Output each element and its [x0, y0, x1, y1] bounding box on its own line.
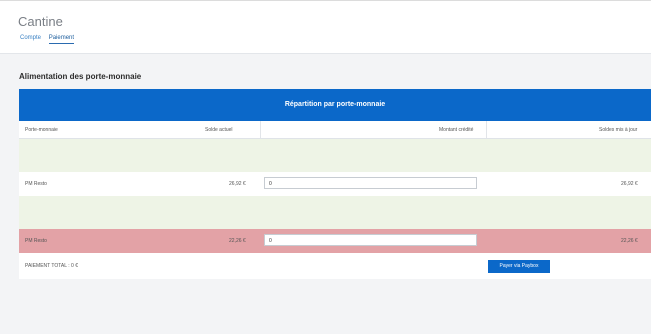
tab-paiement[interactable]: Paiement — [48, 35, 75, 44]
column-balance: Solde actuel — [205, 127, 233, 133]
updated-balance: 26,92 € — [621, 181, 638, 187]
group-spacer — [19, 196, 651, 229]
amount-input[interactable]: 0 — [264, 234, 477, 246]
column-headers: Porte-monnaie Solde actuel Montant crédi… — [19, 121, 651, 139]
column-amount: Montant crédité — [439, 127, 474, 133]
app-title: Cantine — [18, 14, 63, 29]
column-wallet: Porte-monnaie — [25, 127, 58, 133]
top-bar: Cantine Compte Paiement — [0, 0, 651, 54]
group-spacer — [19, 139, 651, 172]
tab-compte[interactable]: Compte — [20, 35, 41, 41]
section-title: Alimentation des porte-monnaie — [19, 72, 142, 81]
column-divider — [260, 121, 261, 138]
table-row: PM Resto 26,92 € 0 26,92 € — [19, 172, 651, 196]
updated-balance: 22,26 € — [621, 238, 638, 244]
amount-input[interactable]: 0 — [264, 177, 477, 189]
current-balance: 22,26 € — [229, 238, 246, 244]
current-balance: 26,92 € — [229, 181, 246, 187]
column-new-balance: Soldes mis à jour — [599, 127, 638, 133]
tab-bar: Compte Paiement — [20, 35, 80, 44]
wallet-name: PM Resto — [25, 238, 47, 244]
wallet-name: PM Resto — [25, 181, 47, 187]
table-row-alert: PM Resto 22,26 € 0 22,26 € — [19, 229, 651, 253]
wallet-table: Répartition par porte-monnaie Porte-monn… — [19, 89, 651, 279]
pay-button[interactable]: Payer via Paybox — [488, 260, 550, 273]
table-header: Répartition par porte-monnaie — [19, 89, 651, 121]
column-divider — [486, 121, 487, 138]
total-payment: PAIEMENT TOTAL : 0 € — [25, 263, 78, 269]
